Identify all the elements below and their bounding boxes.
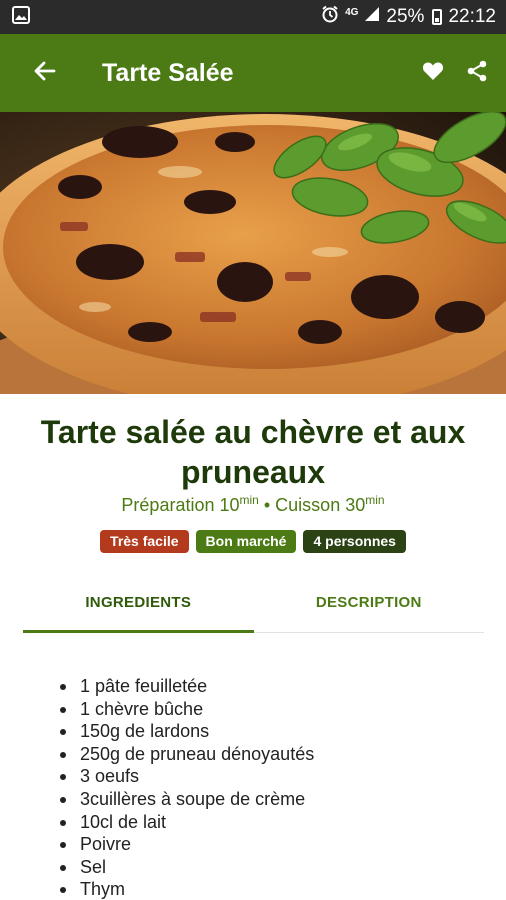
status-bar: 4G 25% 22:12 (0, 0, 506, 34)
battery-icon (432, 9, 443, 25)
status-left (12, 5, 30, 29)
recipe-badges: Très facile Bon marché 4 personnes (0, 530, 506, 553)
share-button[interactable] (462, 58, 492, 88)
ingredients-list: 1 pâte feuilletée 1 chèvre bûche 150g de… (59, 675, 315, 900)
recipe-times: Préparation 10min • Cuisson 30min (0, 493, 506, 516)
servings-badge: 4 personnes (303, 530, 406, 553)
battery-percent: 25% (386, 6, 425, 27)
list-item: Thym (59, 878, 314, 900)
prep-time: Préparation 10 (121, 495, 240, 515)
list-item: 3 oeufs (59, 765, 314, 788)
cook-time: Cuisson 30 (275, 495, 366, 515)
signal-icon (364, 6, 380, 28)
recipe-title: Tarte salée au chèvre et aux pruneaux (40, 414, 466, 490)
app-actions (418, 58, 492, 88)
heart-icon (422, 61, 444, 86)
recipe-tabs: INGREDIENTS DESCRIPTION (23, 580, 484, 633)
list-item: 250g de pruneau dénoyautés (59, 743, 315, 764)
cook-unit: min (365, 493, 385, 507)
tab-ingredients[interactable]: INGREDIENTS (23, 580, 254, 633)
status-right: 4G 25% 22:12 (321, 5, 496, 29)
back-arrow-icon (33, 59, 57, 88)
gallery-icon (12, 5, 30, 29)
list-item: 150g de lardons (59, 720, 314, 743)
favorite-button[interactable] (418, 58, 448, 88)
app-bar: Tarte Salée (0, 34, 506, 112)
back-button[interactable] (20, 48, 70, 98)
time-separator: • (258, 495, 276, 515)
alarm-icon (321, 5, 339, 29)
list-item: 3cuillères à soupe de crème (59, 788, 314, 811)
tab-description[interactable]: DESCRIPTION (254, 580, 485, 632)
list-item: Sel (59, 856, 314, 879)
clock: 22:12 (448, 6, 496, 27)
prep-unit: min (239, 493, 259, 507)
cost-badge: Bon marché (195, 530, 297, 553)
list-item: Poivre (59, 833, 314, 856)
share-icon (466, 60, 488, 87)
list-item: 1 chèvre bûche (59, 698, 314, 721)
list-item: 10cl de lait (59, 811, 314, 834)
list-item: 1 pâte feuilletée (59, 675, 314, 698)
recipe-photo (0, 112, 506, 394)
app-title: Tarte Salée (102, 58, 234, 87)
difficulty-badge: Très facile (100, 530, 189, 553)
network-type: 4G (345, 7, 359, 18)
